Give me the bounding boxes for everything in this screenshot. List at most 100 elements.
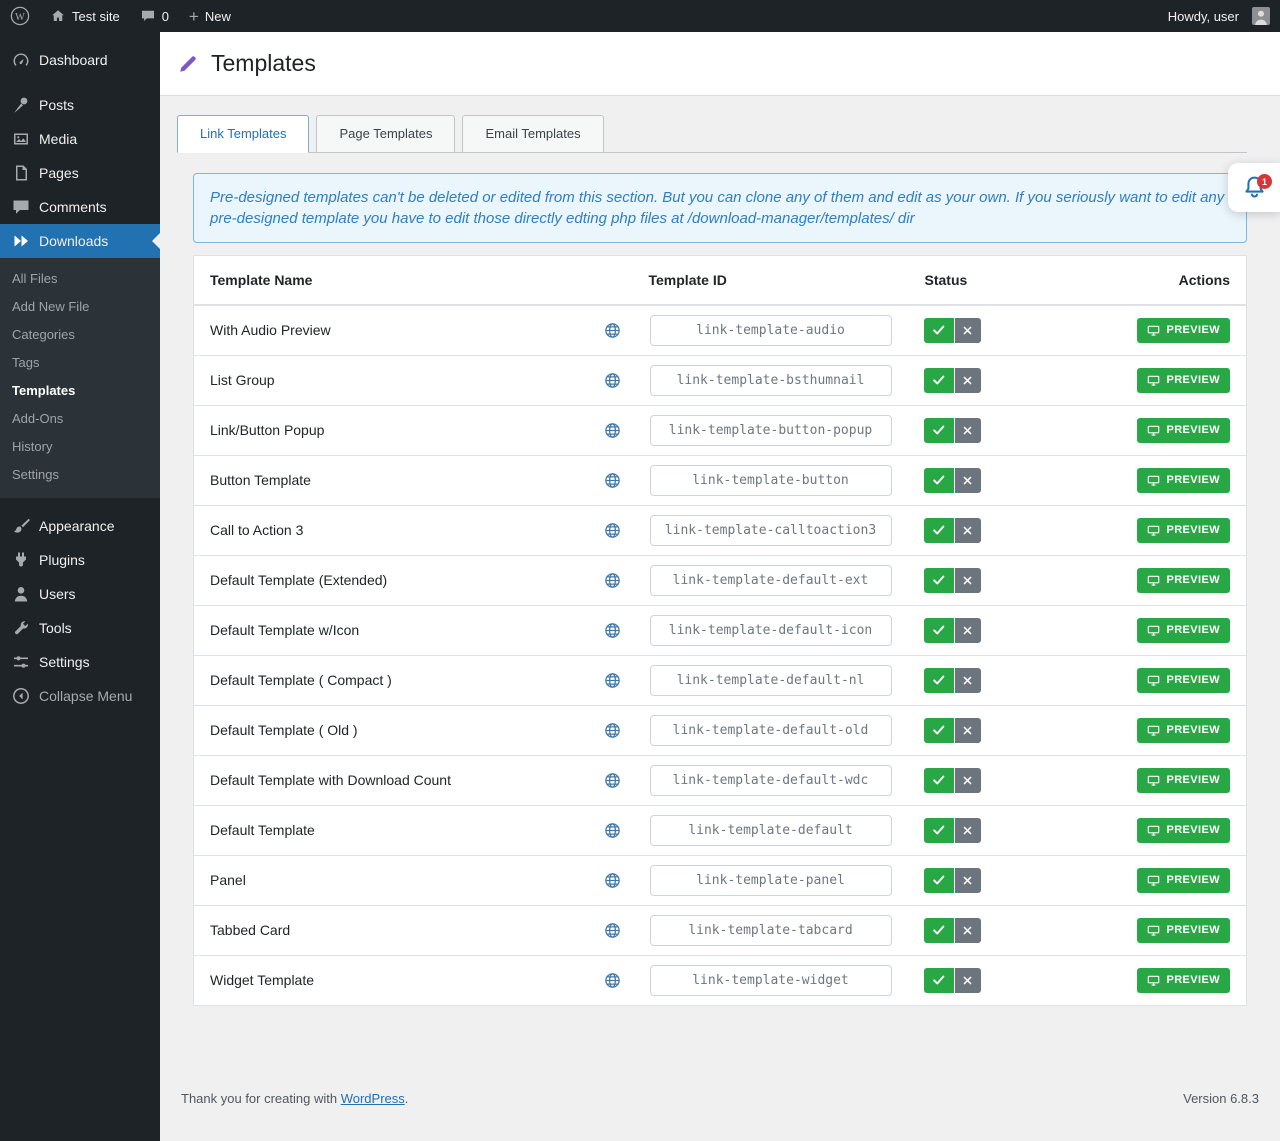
menu-item-dashboard[interactable]: Dashboard: [0, 43, 160, 77]
status-inactive-button[interactable]: [955, 518, 981, 543]
status-inactive-button[interactable]: [955, 768, 981, 793]
preview-button[interactable]: PREVIEW: [1137, 568, 1230, 593]
submenu-item-categories[interactable]: Categories: [0, 321, 160, 349]
preview-button[interactable]: PREVIEW: [1137, 968, 1230, 993]
status-active-button[interactable]: [924, 668, 954, 693]
menu-item-media[interactable]: Media: [0, 122, 160, 156]
template-id-input[interactable]: [650, 965, 892, 996]
template-id-input[interactable]: [650, 715, 892, 746]
preview-button[interactable]: PREVIEW: [1137, 318, 1230, 343]
status-active-button[interactable]: [924, 918, 954, 943]
status-active-button[interactable]: [924, 518, 954, 543]
new-label: New: [205, 9, 231, 24]
main-content: Templates Link Templates Page Templates …: [160, 32, 1280, 1124]
comments-count: 0: [162, 9, 169, 24]
template-row: Link/Button Popup PREVIEW: [194, 405, 1247, 455]
collapse-menu-button[interactable]: Collapse Menu: [0, 679, 160, 713]
template-id-input[interactable]: [650, 815, 892, 846]
preview-button[interactable]: PREVIEW: [1137, 418, 1230, 443]
menu-item-settings[interactable]: Settings: [0, 645, 160, 679]
template-id-input[interactable]: [650, 915, 892, 946]
template-id-input[interactable]: [650, 865, 892, 896]
preview-label: PREVIEW: [1166, 574, 1220, 586]
status-active-button[interactable]: [924, 318, 954, 343]
menu-item-pages[interactable]: Pages: [0, 156, 160, 190]
status-active-button[interactable]: [924, 618, 954, 643]
wp-logo-button[interactable]: W: [0, 0, 40, 32]
template-id-input[interactable]: [650, 465, 892, 496]
template-name: Default Template: [210, 822, 315, 838]
submenu-item-add-ons[interactable]: Add-Ons: [0, 405, 160, 433]
submenu-item-history[interactable]: History: [0, 433, 160, 461]
preview-button[interactable]: PREVIEW: [1137, 668, 1230, 693]
preview-button[interactable]: PREVIEW: [1137, 468, 1230, 493]
status-active-button[interactable]: [924, 368, 954, 393]
site-name-link[interactable]: Test site: [40, 0, 130, 32]
tab-page-templates[interactable]: Page Templates: [316, 115, 455, 153]
preview-button[interactable]: PREVIEW: [1137, 518, 1230, 543]
status-inactive-button[interactable]: [955, 568, 981, 593]
status-active-button[interactable]: [924, 818, 954, 843]
template-id-input[interactable]: [650, 365, 892, 396]
preview-button[interactable]: PREVIEW: [1137, 718, 1230, 743]
menu-item-plugins[interactable]: Plugins: [0, 543, 160, 577]
status-inactive-button[interactable]: [955, 618, 981, 643]
preview-button[interactable]: PREVIEW: [1137, 818, 1230, 843]
status-active-button[interactable]: [924, 768, 954, 793]
template-id-input[interactable]: [650, 665, 892, 696]
monitor-icon: [1147, 424, 1160, 437]
new-content-button[interactable]: + New: [179, 0, 241, 32]
status-active-button[interactable]: [924, 418, 954, 443]
status-inactive-button[interactable]: [955, 468, 981, 493]
menu-item-tools[interactable]: Tools: [0, 611, 160, 645]
template-id-input[interactable]: [650, 415, 892, 446]
template-id-input[interactable]: [650, 765, 892, 796]
status-inactive-button[interactable]: [955, 818, 981, 843]
submenu-item-tags[interactable]: Tags: [0, 349, 160, 377]
status-active-button[interactable]: [924, 868, 954, 893]
menu-item-appearance[interactable]: Appearance: [0, 509, 160, 543]
status-inactive-button[interactable]: [955, 668, 981, 693]
preview-button[interactable]: PREVIEW: [1137, 868, 1230, 893]
footer-thanks: Thank you for creating with WordPress.: [181, 1091, 408, 1106]
template-id-input[interactable]: [650, 515, 892, 546]
menu-item-downloads[interactable]: Downloads: [0, 224, 160, 258]
my-account-menu[interactable]: Howdy, user: [1158, 0, 1280, 32]
submenu-item-add-new-file[interactable]: Add New File: [0, 293, 160, 321]
template-name: Link/Button Popup: [210, 422, 324, 438]
template-name: List Group: [210, 372, 275, 388]
check-icon: [932, 323, 946, 337]
status-active-button[interactable]: [924, 568, 954, 593]
template-row: Widget Template PREVIEW: [194, 955, 1247, 1005]
tab-link-templates[interactable]: Link Templates: [177, 115, 309, 153]
status-inactive-button[interactable]: [955, 418, 981, 443]
wordpress-link[interactable]: WordPress: [341, 1091, 405, 1106]
menu-item-comments[interactable]: Comments: [0, 190, 160, 224]
menu-item-posts[interactable]: Posts: [0, 88, 160, 122]
menu-item-users[interactable]: Users: [0, 577, 160, 611]
status-inactive-button[interactable]: [955, 918, 981, 943]
status-active-button[interactable]: [924, 968, 954, 993]
status-active-button[interactable]: [924, 468, 954, 493]
x-icon: [962, 675, 973, 686]
status-active-button[interactable]: [924, 718, 954, 743]
status-inactive-button[interactable]: [955, 718, 981, 743]
status-inactive-button[interactable]: [955, 318, 981, 343]
submenu-item-templates[interactable]: Templates: [0, 377, 160, 405]
preview-button[interactable]: PREVIEW: [1137, 918, 1230, 943]
notification-panel[interactable]: 1: [1228, 163, 1280, 212]
preview-button[interactable]: PREVIEW: [1137, 768, 1230, 793]
template-id-input[interactable]: [650, 315, 892, 346]
submenu-item-settings[interactable]: Settings: [0, 461, 160, 489]
status-inactive-button[interactable]: [955, 868, 981, 893]
comments-shortcut[interactable]: 0: [130, 0, 179, 32]
status-inactive-button[interactable]: [955, 368, 981, 393]
template-id-input[interactable]: [650, 565, 892, 596]
template-id-input[interactable]: [650, 615, 892, 646]
submenu-item-all-files[interactable]: All Files: [0, 265, 160, 293]
tab-email-templates[interactable]: Email Templates: [462, 115, 603, 153]
site-name-label: Test site: [72, 9, 120, 24]
preview-button[interactable]: PREVIEW: [1137, 618, 1230, 643]
preview-button[interactable]: PREVIEW: [1137, 368, 1230, 393]
status-inactive-button[interactable]: [955, 968, 981, 993]
